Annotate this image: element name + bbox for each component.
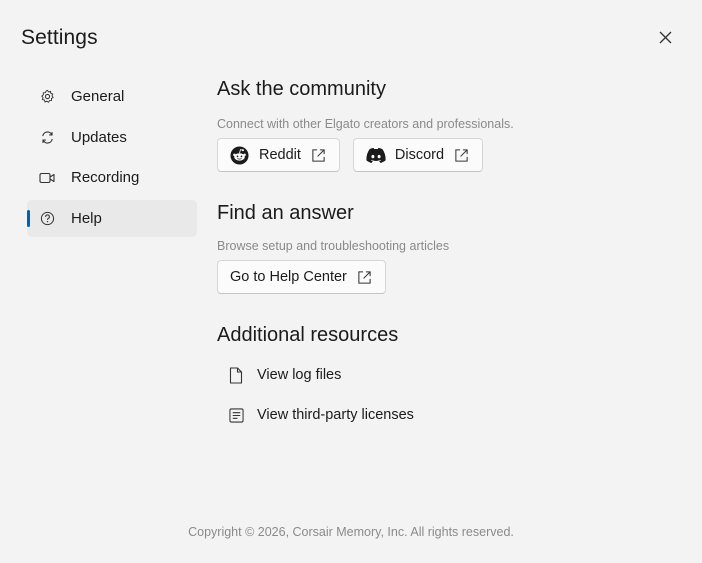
find-answer-heading: Find an answer bbox=[217, 202, 354, 224]
close-icon bbox=[659, 31, 672, 49]
help-center-button[interactable]: Go to Help Center bbox=[217, 260, 386, 294]
resources-heading: Additional resources bbox=[217, 324, 399, 346]
view-log-files-label: View log files bbox=[257, 367, 342, 383]
sidebar-item-updates[interactable]: Updates bbox=[27, 119, 197, 156]
find-answer-description: Browse setup and troubleshooting article… bbox=[217, 239, 450, 253]
sidebar-item-label: Help bbox=[71, 210, 102, 228]
external-link-icon bbox=[311, 147, 327, 163]
view-licenses-label: View third-party licenses bbox=[257, 407, 414, 423]
video-camera-icon bbox=[39, 170, 55, 186]
community-section: Ask the community Connect with other Elg… bbox=[217, 78, 677, 172]
sidebar-item-label: Updates bbox=[71, 128, 127, 146]
external-link-icon bbox=[357, 269, 373, 285]
copyright-footer: Copyright © 2026, Corsair Memory, Inc. A… bbox=[188, 525, 514, 539]
close-button[interactable] bbox=[652, 27, 678, 53]
find-answer-section: Find an answer Browse setup and troubles… bbox=[217, 202, 677, 294]
external-link-icon bbox=[454, 147, 470, 163]
community-description: Connect with other Elgato creators and p… bbox=[217, 117, 514, 131]
page-title: Settings bbox=[21, 26, 98, 49]
resources-section: Additional resources View log files View… bbox=[217, 324, 677, 433]
discord-icon bbox=[366, 145, 386, 165]
help-center-label: Go to Help Center bbox=[230, 269, 347, 285]
sidebar-item-help[interactable]: Help bbox=[27, 200, 197, 238]
discord-button[interactable]: Discord bbox=[352, 138, 484, 172]
sidebar-item-label: General bbox=[71, 88, 125, 105]
file-icon bbox=[229, 366, 245, 384]
sidebar-item-general[interactable]: General bbox=[27, 78, 197, 115]
reddit-label: Reddit bbox=[259, 147, 301, 163]
refresh-icon bbox=[39, 129, 55, 145]
help-content: Ask the community Connect with other Elg… bbox=[217, 78, 677, 433]
reddit-button[interactable]: Reddit bbox=[217, 138, 340, 172]
view-log-files-link[interactable]: View log files bbox=[217, 357, 677, 393]
view-licenses-link[interactable]: View third-party licenses bbox=[217, 397, 677, 433]
sidebar-item-recording[interactable]: Recording bbox=[27, 159, 197, 196]
gear-icon bbox=[39, 89, 55, 105]
sidebar-nav: General Updates Recording Help bbox=[27, 78, 197, 241]
community-heading: Ask the community bbox=[217, 78, 386, 100]
active-indicator bbox=[27, 210, 30, 228]
discord-label: Discord bbox=[394, 147, 445, 163]
question-circle-icon bbox=[39, 211, 55, 227]
reddit-icon bbox=[230, 145, 250, 165]
document-text-icon bbox=[229, 406, 245, 424]
sidebar-item-label: Recording bbox=[71, 169, 140, 187]
